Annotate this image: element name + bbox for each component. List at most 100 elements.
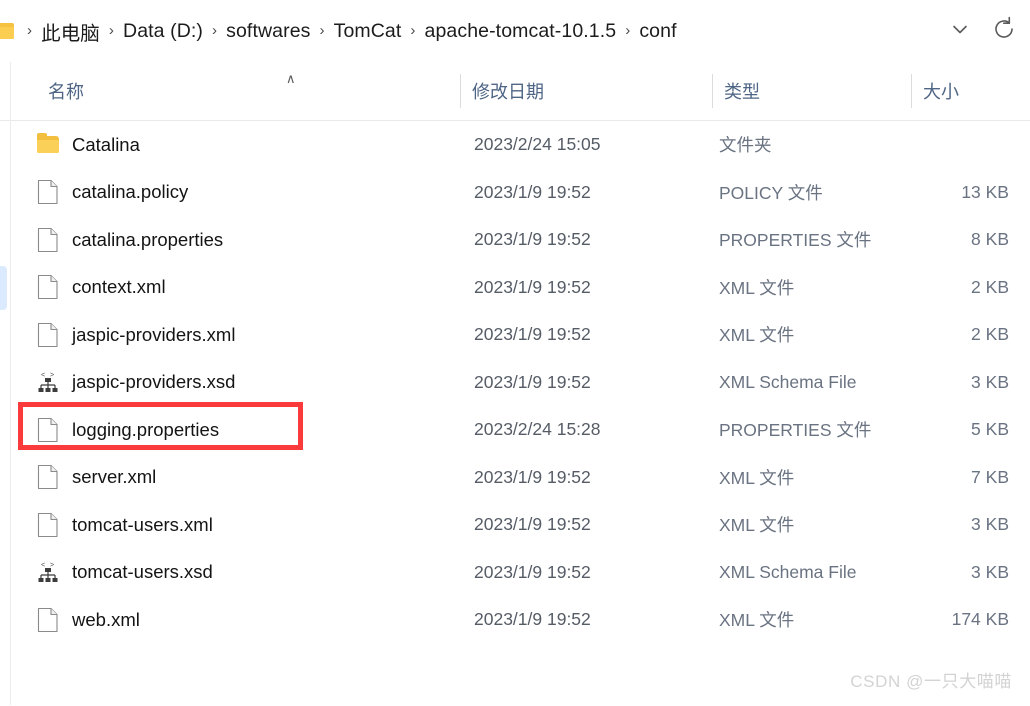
svg-text:<: < [41, 372, 45, 379]
svg-text:<: < [41, 562, 45, 569]
folder-icon [0, 22, 14, 40]
breadcrumb-separator: › [319, 21, 325, 39]
file-size-cell: 8 KB [971, 229, 1009, 250]
address-bar[interactable]: › 此电脑 › Data (D:) › softwares › TomCat ›… [0, 0, 1030, 63]
table-row[interactable]: server.xml 2023/1/9 19:52 XML 文件 7 KB [11, 454, 1030, 502]
column-header-type-label: 类型 [724, 82, 760, 102]
svg-text:>: > [50, 562, 54, 569]
folder-icon [37, 132, 59, 158]
breadcrumb-separator: › [410, 21, 416, 39]
file-date-cell: 2023/2/24 15:28 [474, 419, 601, 440]
file-size-cell: 2 KB [971, 324, 1009, 345]
file-size-cell: 3 KB [971, 561, 1009, 582]
file-name-label: catalina.properties [72, 228, 224, 250]
file-icon [37, 607, 59, 633]
refresh-button[interactable] [982, 9, 1026, 53]
file-date-cell: 2023/2/24 15:05 [474, 134, 601, 155]
file-name-label: Catalina [72, 133, 140, 155]
file-size-cell: 7 KB [971, 466, 1009, 487]
file-type-cell: XML 文件 [719, 467, 795, 488]
breadcrumb-item-data-d[interactable]: Data (D:) [121, 18, 205, 45]
file-date-cell: 2023/1/9 19:52 [474, 514, 591, 535]
address-bar-controls [938, 0, 1026, 62]
file-name-cell[interactable]: < > jaspic-providers.xsd [37, 369, 467, 395]
breadcrumb-item-conf[interactable]: conf [637, 18, 678, 45]
file-date-cell: 2023/1/9 19:52 [474, 609, 591, 630]
refresh-icon [991, 16, 1017, 47]
file-size-cell: 13 KB [961, 181, 1009, 202]
file-date-cell: 2023/1/9 19:52 [474, 276, 591, 297]
column-header-row: 名称 ∧ 修改日期 类型 大小 [0, 62, 1030, 121]
file-icon [37, 274, 59, 300]
file-size-cell: 3 KB [971, 371, 1009, 392]
file-name-cell[interactable]: server.xml [37, 464, 467, 490]
file-name-cell[interactable]: tomcat-users.xml [37, 512, 467, 538]
file-date-cell: 2023/1/9 19:52 [474, 561, 591, 582]
file-icon [37, 322, 59, 348]
breadcrumb-item-this-pc[interactable]: 此电脑 [39, 15, 102, 48]
table-row[interactable]: jaspic-providers.xml 2023/1/9 19:52 XML 文件… [11, 311, 1030, 359]
file-type-cell: XML 文件 [719, 277, 795, 298]
file-name-cell[interactable]: Catalina [37, 132, 467, 158]
file-name-label: server.xml [72, 466, 157, 488]
file-type-cell: XML 文件 [719, 325, 795, 346]
file-name-cell[interactable]: logging.properties [37, 417, 467, 443]
file-icon [37, 464, 59, 490]
chevron-down-icon [949, 18, 971, 45]
file-size-cell: 3 KB [971, 514, 1009, 535]
table-row[interactable]: < > tomcat-users.xsd 2023/1/9 19:52 XML Sche… [11, 549, 1030, 597]
file-date-cell: 2023/1/9 19:52 [474, 181, 591, 202]
file-date-cell: 2023/1/9 19:52 [474, 466, 591, 487]
table-row[interactable]: logging.properties 2023/2/24 15:28 PROPERT… [11, 406, 1030, 454]
file-icon [37, 179, 59, 205]
file-type-cell: PROPERTIES 文件 [719, 230, 872, 251]
file-name-cell[interactable]: catalina.policy [37, 179, 467, 205]
file-type-cell: XML 文件 [719, 610, 795, 631]
file-name-label: context.xml [72, 276, 166, 298]
file-size-cell: 174 KB [951, 609, 1009, 630]
column-header-name[interactable]: 名称 ∧ [36, 62, 412, 120]
file-name-cell[interactable]: catalina.properties [37, 227, 467, 253]
navigation-pane-selected-indicator[interactable] [0, 266, 7, 310]
column-header-size[interactable]: 大小 [911, 62, 1030, 120]
breadcrumb-separator: › [625, 21, 631, 39]
file-type-cell: XML 文件 [719, 515, 795, 536]
file-name-cell[interactable]: context.xml [37, 274, 467, 300]
file-date-cell: 2023/1/9 19:52 [474, 324, 591, 345]
file-type-cell: POLICY 文件 [719, 182, 823, 203]
file-explorer-window: › 此电脑 › Data (D:) › softwares › TomCat ›… [0, 0, 1030, 706]
table-row[interactable]: Catalina 2023/2/24 15:05 文件夹 [11, 121, 1030, 169]
column-header-size-label: 大小 [923, 82, 959, 102]
file-name-label: tomcat-users.xml [72, 513, 213, 535]
file-name-label: tomcat-users.xsd [72, 561, 213, 583]
table-row[interactable]: context.xml 2023/1/9 19:52 XML 文件 2 KB [11, 264, 1030, 312]
column-header-date-modified[interactable]: 修改日期 [460, 62, 712, 120]
column-header-type[interactable]: 类型 [712, 62, 911, 120]
xsd-schema-icon: < > [37, 369, 59, 395]
history-dropdown-button[interactable] [938, 9, 982, 53]
watermark: CSDN @一只大喵喵 [850, 672, 1012, 691]
table-row[interactable]: tomcat-users.xml 2023/1/9 19:52 XML 文件 3 KB [11, 501, 1030, 549]
column-header-date-modified-label: 修改日期 [472, 82, 544, 102]
breadcrumb-separator: › [212, 21, 218, 39]
breadcrumb-item-apache-tomcat[interactable]: apache-tomcat-10.1.5 [423, 18, 619, 45]
breadcrumb-item-tomcat[interactable]: TomCat [332, 18, 404, 45]
column-header-name-label: 名称 [48, 82, 84, 102]
svg-text:>: > [50, 372, 54, 379]
xsd-schema-icon: < > [37, 559, 59, 585]
file-type-cell: XML Schema File [719, 561, 857, 582]
file-name-cell[interactable]: web.xml [37, 607, 467, 633]
file-type-cell: PROPERTIES 文件 [719, 420, 872, 441]
file-size-cell: 5 KB [971, 419, 1009, 440]
table-row[interactable]: web.xml 2023/1/9 19:52 XML 文件 174 KB [11, 596, 1030, 644]
file-date-cell: 2023/1/9 19:52 [474, 229, 591, 250]
file-name-label: jaspic-providers.xml [72, 323, 236, 345]
table-row[interactable]: < > jaspic-providers.xsd 2023/1/9 19:52 XML … [11, 359, 1030, 407]
table-row[interactable]: catalina.properties 2023/1/9 19:52 PROPERT… [11, 216, 1030, 264]
file-name-cell[interactable]: jaspic-providers.xml [37, 322, 467, 348]
file-icon [37, 417, 59, 443]
breadcrumb-item-softwares[interactable]: softwares [224, 18, 312, 45]
file-name-cell[interactable]: < > tomcat-users.xsd [37, 559, 467, 585]
table-row[interactable]: catalina.policy 2023/1/9 19:52 POLICY 文件 13… [11, 169, 1030, 217]
breadcrumb: › 此电脑 › Data (D:) › softwares › TomCat ›… [20, 15, 679, 48]
